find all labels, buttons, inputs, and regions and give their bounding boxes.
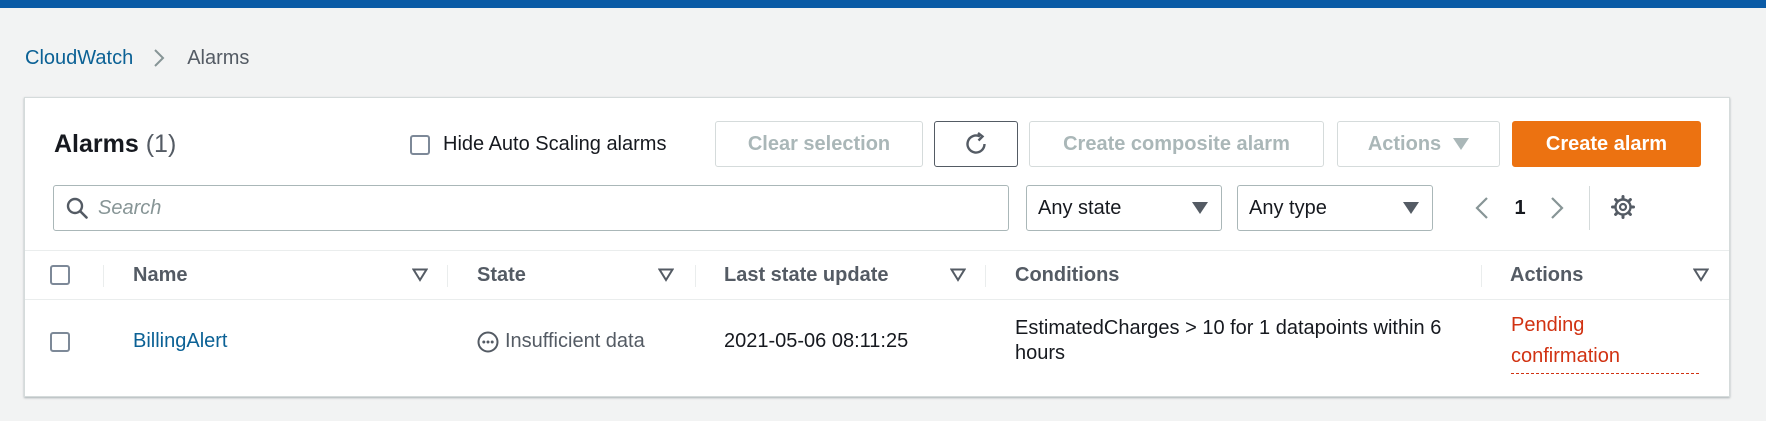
hide-autoscaling-toggle[interactable]: Hide Auto Scaling alarms [410, 133, 666, 156]
column-header-conditions: Conditions [1015, 263, 1120, 286]
sort-icon[interactable] [949, 268, 967, 287]
alarm-name-link[interactable]: BillingAlert [133, 330, 227, 353]
column-divider [1481, 265, 1482, 287]
pending-line-1: Pending [1511, 314, 1585, 336]
select-all-checkbox[interactable] [50, 265, 70, 285]
caret-down-icon [1403, 202, 1419, 214]
alarm-state-text: Insufficient data [505, 330, 645, 352]
hide-autoscaling-label: Hide Auto Scaling alarms [443, 133, 667, 155]
pagination-divider [1589, 186, 1590, 230]
refresh-icon [963, 131, 989, 157]
row-checkbox[interactable] [50, 332, 70, 352]
sort-icon[interactable] [1692, 268, 1710, 287]
type-filter-select[interactable]: Any type [1237, 185, 1433, 231]
chevron-right-icon [153, 48, 165, 68]
actions-label: Actions [1367, 132, 1442, 155]
table-row[interactable]: BillingAlert Insufficient data 2021-05-0… [25, 300, 1729, 396]
caret-down-icon [1192, 202, 1208, 214]
column-divider [695, 265, 696, 287]
breadcrumb-current: Alarms [187, 46, 250, 69]
column-divider [103, 265, 104, 287]
last-state-update: 2021-05-06 08:11:25 [724, 330, 909, 352]
refresh-button[interactable] [934, 121, 1018, 167]
alarm-conditions: EstimatedCharges > 10 for 1 datapoints w… [1015, 317, 1442, 364]
column-header-name[interactable]: Name [133, 251, 187, 299]
breadcrumb-cloudwatch-link[interactable]: CloudWatch [25, 47, 133, 70]
search-field[interactable] [53, 185, 1009, 231]
type-filter-value: Any type [1249, 196, 1327, 219]
breadcrumb: CloudWatch Alarms [25, 44, 249, 72]
search-input[interactable] [98, 196, 978, 220]
alarm-state: Insufficient data [477, 330, 645, 353]
next-page-button[interactable] [1550, 196, 1564, 225]
alarms-panel: Alarms (1) Hide Auto Scaling alarms Clea… [24, 97, 1730, 397]
create-alarm-button[interactable]: Create alarm [1512, 121, 1701, 167]
actions-pending-confirmation[interactable]: Pending confirmation [1511, 310, 1699, 374]
alarm-count: (1) [145, 130, 177, 158]
clear-selection-button[interactable]: Clear selection [715, 121, 923, 167]
state-filter-value: Any state [1038, 196, 1122, 219]
gear-icon[interactable] [1610, 194, 1636, 225]
search-icon [66, 197, 88, 219]
create-composite-alarm-button[interactable]: Create composite alarm [1029, 121, 1324, 167]
page-title: Alarms (1) [54, 130, 176, 159]
table-header: Name State Last state update Conditions … [25, 250, 1729, 300]
current-page-number[interactable]: 1 [1510, 197, 1530, 220]
top-bar [0, 0, 1766, 8]
sort-icon[interactable] [411, 268, 429, 287]
pending-line-2: confirmation [1511, 341, 1699, 374]
sort-icon[interactable] [657, 268, 675, 287]
caret-down-icon [1453, 138, 1470, 150]
actions-dropdown-button[interactable]: Actions [1337, 121, 1500, 167]
hide-autoscaling-checkbox[interactable] [410, 134, 430, 155]
column-header-state[interactable]: State [477, 251, 526, 299]
state-filter-select[interactable]: Any state [1026, 185, 1222, 231]
column-header-last-state-update[interactable]: Last state update [724, 251, 888, 299]
insufficient-data-icon [477, 331, 505, 353]
column-divider [985, 265, 986, 287]
column-header-actions[interactable]: Actions [1510, 251, 1583, 299]
title-text: Alarms [54, 130, 139, 158]
column-divider [447, 265, 448, 287]
previous-page-button[interactable] [1475, 196, 1489, 225]
